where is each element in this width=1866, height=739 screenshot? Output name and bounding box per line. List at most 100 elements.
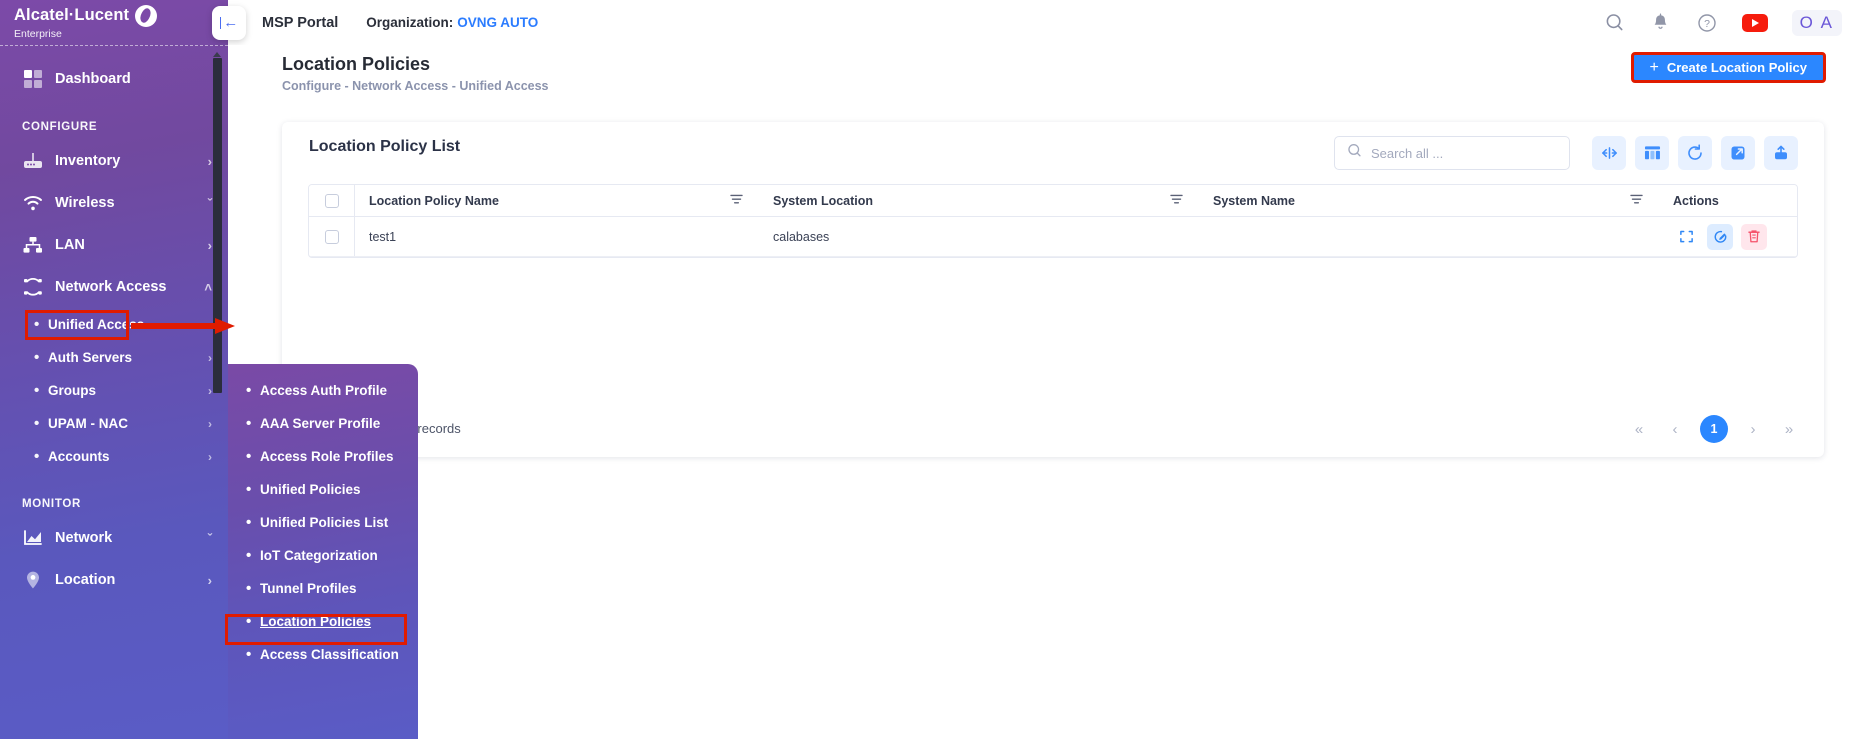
filter-icon[interactable] (1170, 192, 1183, 210)
pagination-page-1[interactable]: 1 (1700, 415, 1728, 443)
column-chooser-button[interactable] (1635, 136, 1669, 170)
organization-label: Organization: OVNG AUTO (366, 15, 538, 30)
sidebar-item-groups[interactable]: • Groups › (0, 374, 228, 407)
table-row[interactable]: test1 calabases (309, 217, 1797, 257)
sidebar-item-dashboard[interactable]: Dashboard (0, 58, 228, 100)
search-input[interactable]: Search all ... (1334, 136, 1570, 170)
flyout-item-access-auth-profile[interactable]: • Access Auth Profile (228, 374, 418, 407)
brand-logo-area[interactable]: Alcatel·Lucent Enterprise (0, 0, 228, 45)
flyout-item-access-classification[interactable]: • Access Classification (228, 638, 418, 671)
sidebar-subitem-label: Groups (48, 383, 208, 398)
row-edit-button[interactable] (1707, 224, 1733, 250)
fit-columns-button[interactable] (1592, 136, 1626, 170)
sidebar-subitem-label: Accounts (48, 449, 208, 464)
cell-system-location: calabases (759, 217, 1199, 256)
chevron-down-icon: ˇ (208, 196, 212, 211)
export-button[interactable] (1764, 136, 1798, 170)
flyout-item-label: Access Role Profiles (260, 449, 394, 464)
sidebar-item-label: Network Access (55, 279, 204, 295)
organization-text: Organization: (366, 15, 453, 30)
sidebar-item-upam-nac[interactable]: • UPAM - NAC › (0, 407, 228, 440)
flyout-item-label: IoT Categorization (260, 548, 378, 563)
header-actions: ? O A (1604, 10, 1866, 36)
sidebar-item-accounts[interactable]: • Accounts › (0, 440, 228, 473)
sidebar-item-wireless[interactable]: Wireless ˇ (0, 182, 228, 224)
scroll-up-arrow-icon[interactable] (213, 50, 222, 57)
create-location-policy-button[interactable]: + Create Location Policy (1631, 52, 1827, 83)
flyout-item-unified-policies-list[interactable]: • Unified Policies List (228, 506, 418, 539)
column-header-label: Actions (1673, 194, 1719, 208)
sidebar-item-network-access[interactable]: Network Access ˄ (0, 266, 228, 308)
organization-value[interactable]: OVNG AUTO (457, 15, 538, 30)
sidebar-item-label: Inventory (55, 153, 208, 169)
pagination-first-button[interactable]: « (1628, 418, 1650, 440)
sidebar-item-label: Dashboard (55, 71, 212, 87)
row-expand-button[interactable] (1673, 224, 1699, 250)
pagination-prev-button[interactable]: ‹ (1664, 418, 1686, 440)
pagination-last-button[interactable]: » (1778, 418, 1800, 440)
flyout-item-tunnel-profiles[interactable]: • Tunnel Profiles (228, 572, 418, 605)
pagination-next-button[interactable]: › (1742, 418, 1764, 440)
chevron-right-icon: › (208, 154, 212, 169)
column-header-label: System Location (773, 194, 873, 208)
flyout-item-label: Access Classification (260, 647, 399, 662)
filter-icon[interactable] (730, 192, 743, 210)
network-access-icon (21, 277, 45, 297)
brand-name: Alcatel·Lucent (14, 7, 129, 24)
row-checkbox[interactable] (325, 230, 339, 244)
pagination: « ‹ 1 › » (1628, 415, 1800, 443)
sidebar-subitem-label: UPAM - NAC (48, 416, 208, 431)
avatar[interactable]: O A (1792, 10, 1842, 36)
sidebar-nav: Dashboard CONFIGURE Inventory › (0, 46, 228, 739)
page-header: Location Policies Configure - Network Ac… (228, 45, 1866, 100)
select-all-checkbox[interactable] (325, 194, 339, 208)
flyout-item-unified-policies[interactable]: • Unified Policies (228, 473, 418, 506)
youtube-icon[interactable] (1742, 14, 1768, 32)
chevron-down-icon: ˇ (208, 531, 212, 546)
flyout-item-iot-categorization[interactable]: • IoT Categorization (228, 539, 418, 572)
back-button[interactable]: ← (212, 6, 246, 40)
sidebar-item-inventory[interactable]: Inventory › (0, 140, 228, 182)
search-icon[interactable] (1604, 12, 1626, 34)
flyout-item-location-policies[interactable]: • Location Policies (228, 605, 418, 638)
fullscreen-button[interactable] (1721, 136, 1755, 170)
sidebar-item-auth-servers[interactable]: • Auth Servers › (0, 341, 228, 374)
sidebar-item-network[interactable]: Network ˇ (0, 517, 228, 559)
sidebar-item-lan[interactable]: LAN › (0, 224, 228, 266)
column-system-location[interactable]: System Location (759, 185, 1199, 216)
refresh-button[interactable] (1678, 136, 1712, 170)
filter-icon[interactable] (1630, 192, 1643, 210)
card-title: Location Policy List (309, 138, 460, 156)
help-icon[interactable]: ? (1696, 12, 1718, 34)
row-delete-button[interactable] (1741, 224, 1767, 250)
bell-icon[interactable] (1650, 12, 1672, 34)
flyout-item-aaa-server-profile[interactable]: • AAA Server Profile (228, 407, 418, 440)
sidebar-section-configure: CONFIGURE (0, 114, 228, 140)
top-header: ← MSP Portal Organization:OVNG AUTO ? O … (228, 0, 1866, 45)
wifi-icon (21, 194, 45, 212)
sidebar-subitem-label: Auth Servers (48, 350, 208, 365)
column-header-label: Location Policy Name (369, 194, 499, 208)
msp-portal-label[interactable]: MSP Portal (262, 15, 338, 31)
chevron-right-icon: › (208, 318, 212, 332)
chart-icon (21, 529, 45, 547)
flyout-item-access-role-profiles[interactable]: • Access Role Profiles (228, 440, 418, 473)
cell-text: calabases (773, 230, 829, 244)
sidebar-item-location[interactable]: Location › (0, 559, 228, 601)
flyout-item-label: Tunnel Profiles (260, 581, 357, 596)
column-location-policy-name[interactable]: Location Policy Name (355, 185, 759, 216)
chevron-right-icon: › (208, 351, 212, 365)
column-system-name[interactable]: System Name (1199, 185, 1659, 216)
cell-system-name (1199, 217, 1659, 256)
card-footer: Showing 1 - 1 of 1 records « ‹ 1 › » (282, 405, 1824, 457)
app-root: Alcatel·Lucent Enterprise Dashboard CONF… (0, 0, 1866, 739)
sidebar-subitem-label: Unified Access (48, 317, 208, 332)
cell-actions (1659, 217, 1797, 256)
location-policy-list-card: Location Policy List Search all ... (282, 122, 1824, 457)
sidebar-item-label: Wireless (55, 195, 208, 211)
create-button-label: Create Location Policy (1667, 60, 1807, 75)
flyout-item-label: Unified Policies List (260, 515, 388, 530)
location-pin-icon (21, 570, 45, 590)
location-policy-table: Location Policy Name System Location Sys… (308, 184, 1798, 258)
sidebar-item-unified-access[interactable]: • Unified Access › (0, 308, 228, 341)
